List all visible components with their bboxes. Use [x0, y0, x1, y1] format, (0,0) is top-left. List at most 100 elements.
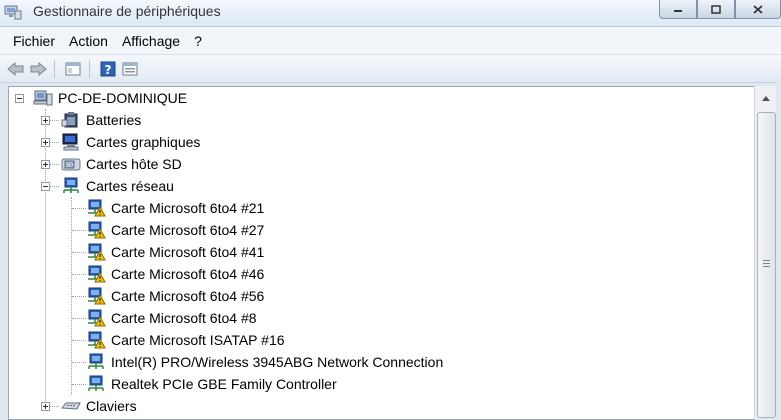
category-claviers[interactable]: Claviers	[61, 395, 137, 417]
category-cartes-graphiques[interactable]: Cartes graphiques	[61, 131, 200, 153]
back-icon	[7, 61, 24, 76]
network-warning-icon	[88, 287, 106, 305]
minus-icon	[43, 186, 48, 187]
forward-button[interactable]	[28, 59, 48, 79]
window-title: Gestionnaire de périphériques	[33, 3, 221, 19]
category-label: Cartes réseau	[86, 178, 174, 194]
tree-connector	[72, 208, 86, 209]
collapse-toggle[interactable]	[41, 182, 50, 191]
scroll-up-button[interactable]	[755, 89, 777, 107]
tree-connector	[45, 109, 46, 409]
network-warning-icon	[88, 331, 106, 349]
device-label: Carte Microsoft 6to4 #8	[111, 310, 257, 326]
title-bar: Gestionnaire de périphériques	[0, 0, 781, 27]
back-button[interactable]	[6, 59, 26, 79]
minimize-button[interactable]	[659, 0, 697, 19]
tree-connector	[72, 296, 86, 297]
device-item[interactable]: Carte Microsoft 6to4 #21	[86, 197, 264, 219]
expand-toggle[interactable]	[41, 138, 50, 147]
device-item[interactable]: Carte Microsoft 6to4 #56	[86, 285, 264, 307]
device-tree[interactable]: PC-DE-DOMINIQUE Batteries Cartes graphiq…	[8, 86, 755, 420]
menu-affichage[interactable]: Affichage	[116, 33, 186, 49]
expand-toggle[interactable]	[41, 116, 50, 125]
grip-line	[763, 263, 770, 264]
vertical-scrollbar[interactable]	[754, 86, 777, 418]
show-hide-tree-icon	[65, 62, 81, 75]
tree-connector	[49, 120, 59, 121]
grip-line	[763, 266, 770, 267]
forward-icon	[30, 61, 47, 76]
tree-connector	[72, 362, 86, 363]
device-item[interactable]: Carte Microsoft 6to4 #27	[86, 219, 264, 241]
device-label: Carte Microsoft 6to4 #27	[111, 222, 265, 238]
tree-connector	[49, 406, 59, 407]
device-item[interactable]: Carte Microsoft 6to4 #46	[86, 263, 264, 285]
network-adapter-icon	[88, 353, 104, 369]
collapse-toggle[interactable]	[15, 94, 24, 103]
expand-toggle[interactable]	[41, 402, 50, 411]
maximize-icon	[711, 4, 721, 14]
close-button[interactable]	[735, 0, 781, 19]
tree-connector	[72, 318, 86, 319]
device-item[interactable]: Carte Microsoft 6to4 #41	[86, 241, 264, 263]
device-label: Carte Microsoft ISATAP #16	[111, 332, 285, 348]
category-label: Cartes graphiques	[86, 134, 201, 150]
show-hide-tree-button[interactable]	[63, 59, 83, 79]
tree-connector	[72, 230, 86, 231]
toolbar-separator	[89, 59, 90, 78]
category-cartes-reseau[interactable]: Cartes réseau	[61, 175, 174, 197]
menu-action[interactable]: Action	[63, 33, 114, 49]
window-controls	[659, 0, 781, 20]
network-warning-icon	[88, 309, 106, 327]
grip-line	[763, 260, 770, 261]
network-warning-icon	[88, 265, 106, 283]
menu-help[interactable]: ?	[188, 33, 208, 49]
network-adapter-icon	[88, 375, 104, 391]
device-label: Carte Microsoft 6to4 #56	[111, 288, 265, 304]
network-warning-icon	[88, 221, 106, 239]
category-label: Claviers	[86, 398, 137, 414]
close-icon	[753, 4, 763, 14]
device-item[interactable]: Carte Microsoft 6to4 #8	[86, 307, 257, 329]
help-button[interactable]: ?	[98, 59, 118, 79]
svg-text:SD: SD	[66, 163, 73, 169]
menu-fichier[interactable]: Fichier	[7, 33, 61, 49]
tree-connector	[49, 142, 59, 143]
device-manager-icon	[4, 5, 22, 20]
keyboard-icon	[61, 402, 81, 410]
tree-connector	[72, 384, 86, 385]
network-warning-icon	[88, 243, 106, 261]
properties-button[interactable]	[120, 59, 140, 79]
tree-root[interactable]: PC-DE-DOMINIQUE	[33, 87, 187, 109]
scroll-thumb[interactable]	[757, 112, 776, 418]
device-item[interactable]: Intel(R) PRO/Wireless 3945ABG Network Co…	[86, 351, 443, 373]
category-batteries[interactable]: Batteries	[61, 109, 141, 131]
expand-toggle[interactable]	[41, 160, 50, 169]
svg-text:?: ?	[105, 63, 112, 77]
device-item[interactable]: Realtek PCIe GBE Family Controller	[86, 373, 337, 395]
computer-icon	[33, 90, 53, 106]
plus-icon	[43, 140, 48, 145]
category-label: Cartes hôte SD	[86, 156, 182, 172]
device-item[interactable]: Carte Microsoft ISATAP #16	[86, 329, 285, 351]
tree-connector	[49, 186, 59, 187]
plus-icon	[43, 162, 48, 167]
maximize-button[interactable]	[697, 0, 735, 19]
minus-icon	[17, 98, 22, 99]
menu-bar: Fichier Action Affichage ?	[0, 27, 781, 55]
tree-root-label: PC-DE-DOMINIQUE	[58, 90, 188, 106]
network-adapter-icon	[63, 177, 79, 193]
tree-connector	[72, 252, 86, 253]
minimize-icon	[674, 10, 682, 12]
sd-host-icon: SD	[61, 158, 81, 171]
tree-connector	[72, 274, 86, 275]
device-label: Carte Microsoft 6to4 #21	[111, 200, 265, 216]
display-adapter-icon	[62, 133, 79, 151]
window-frame	[776, 82, 781, 418]
toolbar: ?	[0, 55, 781, 83]
tree-connector	[72, 340, 86, 341]
arrow-up-icon	[762, 95, 770, 101]
plus-icon	[43, 404, 48, 409]
category-cartes-hote-sd[interactable]: SD Cartes hôte SD	[61, 153, 182, 175]
network-warning-icon	[88, 199, 106, 217]
